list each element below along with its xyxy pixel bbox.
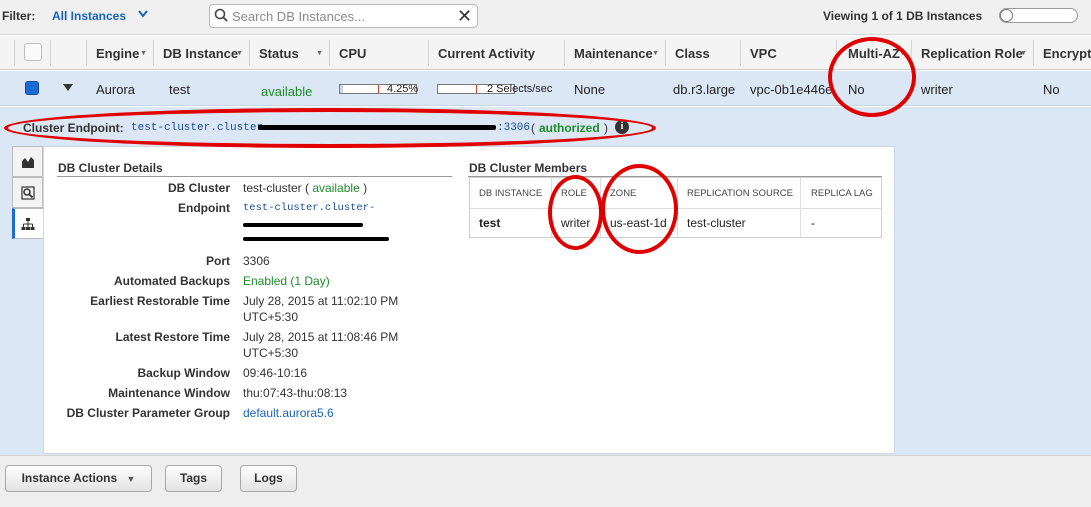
cell-db-instance[interactable]: test [169,82,190,97]
earliest-restorable-tz: UTC+5:30 [243,310,299,324]
parameter-group-label: DB Cluster Parameter Group [66,406,230,420]
backup-window-label: Backup Window [137,366,230,380]
earliest-restorable-label: Earliest Restorable Time [90,294,230,308]
column-header-current-activity[interactable]: Current Activity [438,46,535,61]
logs-button[interactable]: Logs [240,465,297,492]
viewing-count: Viewing 1 of 1 DB Instances [823,9,983,23]
port-value: 3306 [243,254,270,268]
members-header-replica-lag: REPLICA LAG [811,188,873,199]
column-header-class[interactable]: Class [675,46,710,61]
cell-encrypted: No [1043,82,1060,97]
column-header-db-instance[interactable]: DB Instance [163,46,238,61]
select-all-checkbox[interactable] [24,43,42,61]
latest-restore-value: July 28, 2015 at 11:08:46 PM [243,330,399,344]
automated-backups-label: Automated Backups [113,274,230,288]
sort-icon[interactable]: ▼ [1020,50,1027,57]
cpu-bar-fill [340,85,343,93]
search-icon [214,8,228,22]
instance-filter-dropdown[interactable]: All Instances [52,9,126,23]
members-header-db-instance: DB INSTANCE [479,188,543,199]
redaction-scribble [243,223,363,227]
column-divider [86,40,87,66]
column-divider [153,40,154,66]
section-divider [57,176,452,177]
table-divider [800,178,801,237]
sort-icon[interactable]: ▼ [140,50,147,57]
toggle-knob[interactable] [1000,9,1013,22]
annotation-ellipse-endpoint [4,108,656,148]
column-header-maintenance[interactable]: Maintenance [574,46,653,61]
column-header-vpc[interactable]: VPC [750,46,777,61]
column-divider [1033,40,1034,66]
member-instance[interactable]: test [479,216,500,230]
cell-status: available [261,84,313,99]
column-divider [665,40,666,66]
column-divider [249,40,250,66]
db-cluster-status: available [312,181,360,195]
member-replication-source: test-cluster [687,216,746,230]
cell-class: db.r3.large [673,82,736,97]
cluster-details-title: DB Cluster Details [58,161,163,175]
chart-icon [22,157,34,168]
maintenance-window-label: Maintenance Window [108,386,230,400]
dropdown-arrow-icon: ▼ [126,474,136,484]
sort-icon[interactable]: ▼ [236,50,243,57]
column-divider [564,40,565,66]
cluster-close-paren: ) [363,181,368,195]
automated-backups-value: Enabled (1 Day) [243,274,330,288]
instance-actions-button[interactable]: Instance Actions ▼ [5,465,152,492]
column-header-engine[interactable]: Engine [96,46,139,61]
members-header-replication-source: REPLICATION SOURCE [687,188,793,199]
row-checkbox[interactable] [25,81,39,95]
column-divider [50,40,51,66]
cell-current-activity: 2 Selects/sec [487,83,553,95]
endpoint-value[interactable]: test-cluster.cluster- [243,202,375,214]
maintenance-window-value: thu:07:43-thu:08:13 [243,386,348,400]
hierarchy-icon [21,218,35,230]
activity-bar-marker [476,85,477,93]
column-divider [740,40,741,66]
cell-engine: Aurora [96,82,136,97]
endpoint-label: Endpoint [178,201,230,215]
expand-row-icon[interactable] [63,84,73,91]
tags-button[interactable]: Tags [165,465,222,492]
annotation-ellipse-role [548,175,603,250]
cell-maintenance: None [574,82,606,97]
chevron-down-icon[interactable] [138,10,148,19]
search-placeholder: Search DB Instances... [232,9,365,24]
cell-cpu: 4.25% [387,83,419,95]
latest-restore-label: Latest Restore Time [115,330,231,344]
column-header-replication-role[interactable]: Replication Role [921,46,1023,61]
cluster-members-title: DB Cluster Members [469,161,588,175]
sort-icon[interactable]: ▼ [652,50,659,57]
backup-window-value: 09:46-10:16 [243,366,308,380]
redaction-scribble [243,237,389,241]
sort-icon[interactable]: ▼ [316,50,323,57]
annotation-ellipse-multi-az [828,37,916,117]
cluster-open-paren: ( [305,181,310,195]
latest-restore-tz: UTC+5:30 [243,346,299,360]
cell-replication-role: writer [921,82,953,97]
tab-monitoring[interactable] [12,146,43,177]
column-header-encrypted[interactable]: Encrypt [1043,46,1091,61]
column-divider [329,40,330,66]
db-cluster-name: test-cluster [243,181,302,195]
db-cluster-label: DB Cluster [167,181,230,195]
filter-label: Filter: [2,9,36,23]
column-header-status[interactable]: Status [259,46,299,61]
action-bar [0,455,1091,507]
annotation-ellipse-zone [601,164,678,254]
column-header-cpu[interactable]: CPU [339,46,366,61]
cpu-bar-marker [378,85,379,93]
clear-search-icon[interactable]: ✕ [457,6,472,27]
member-replica-lag: - [811,216,815,230]
port-label: Port [206,254,230,268]
cell-vpc: vpc-0b1e446e [750,82,833,97]
instance-actions-label: Instance Actions [21,471,118,485]
earliest-restorable-value: July 28, 2015 at 11:02:10 PM [243,294,399,308]
column-divider [428,40,429,66]
db-cluster-value: test-cluster ( available ) [243,181,367,195]
parameter-group-link[interactable]: default.aurora5.6 [243,406,334,420]
column-divider [14,40,15,66]
